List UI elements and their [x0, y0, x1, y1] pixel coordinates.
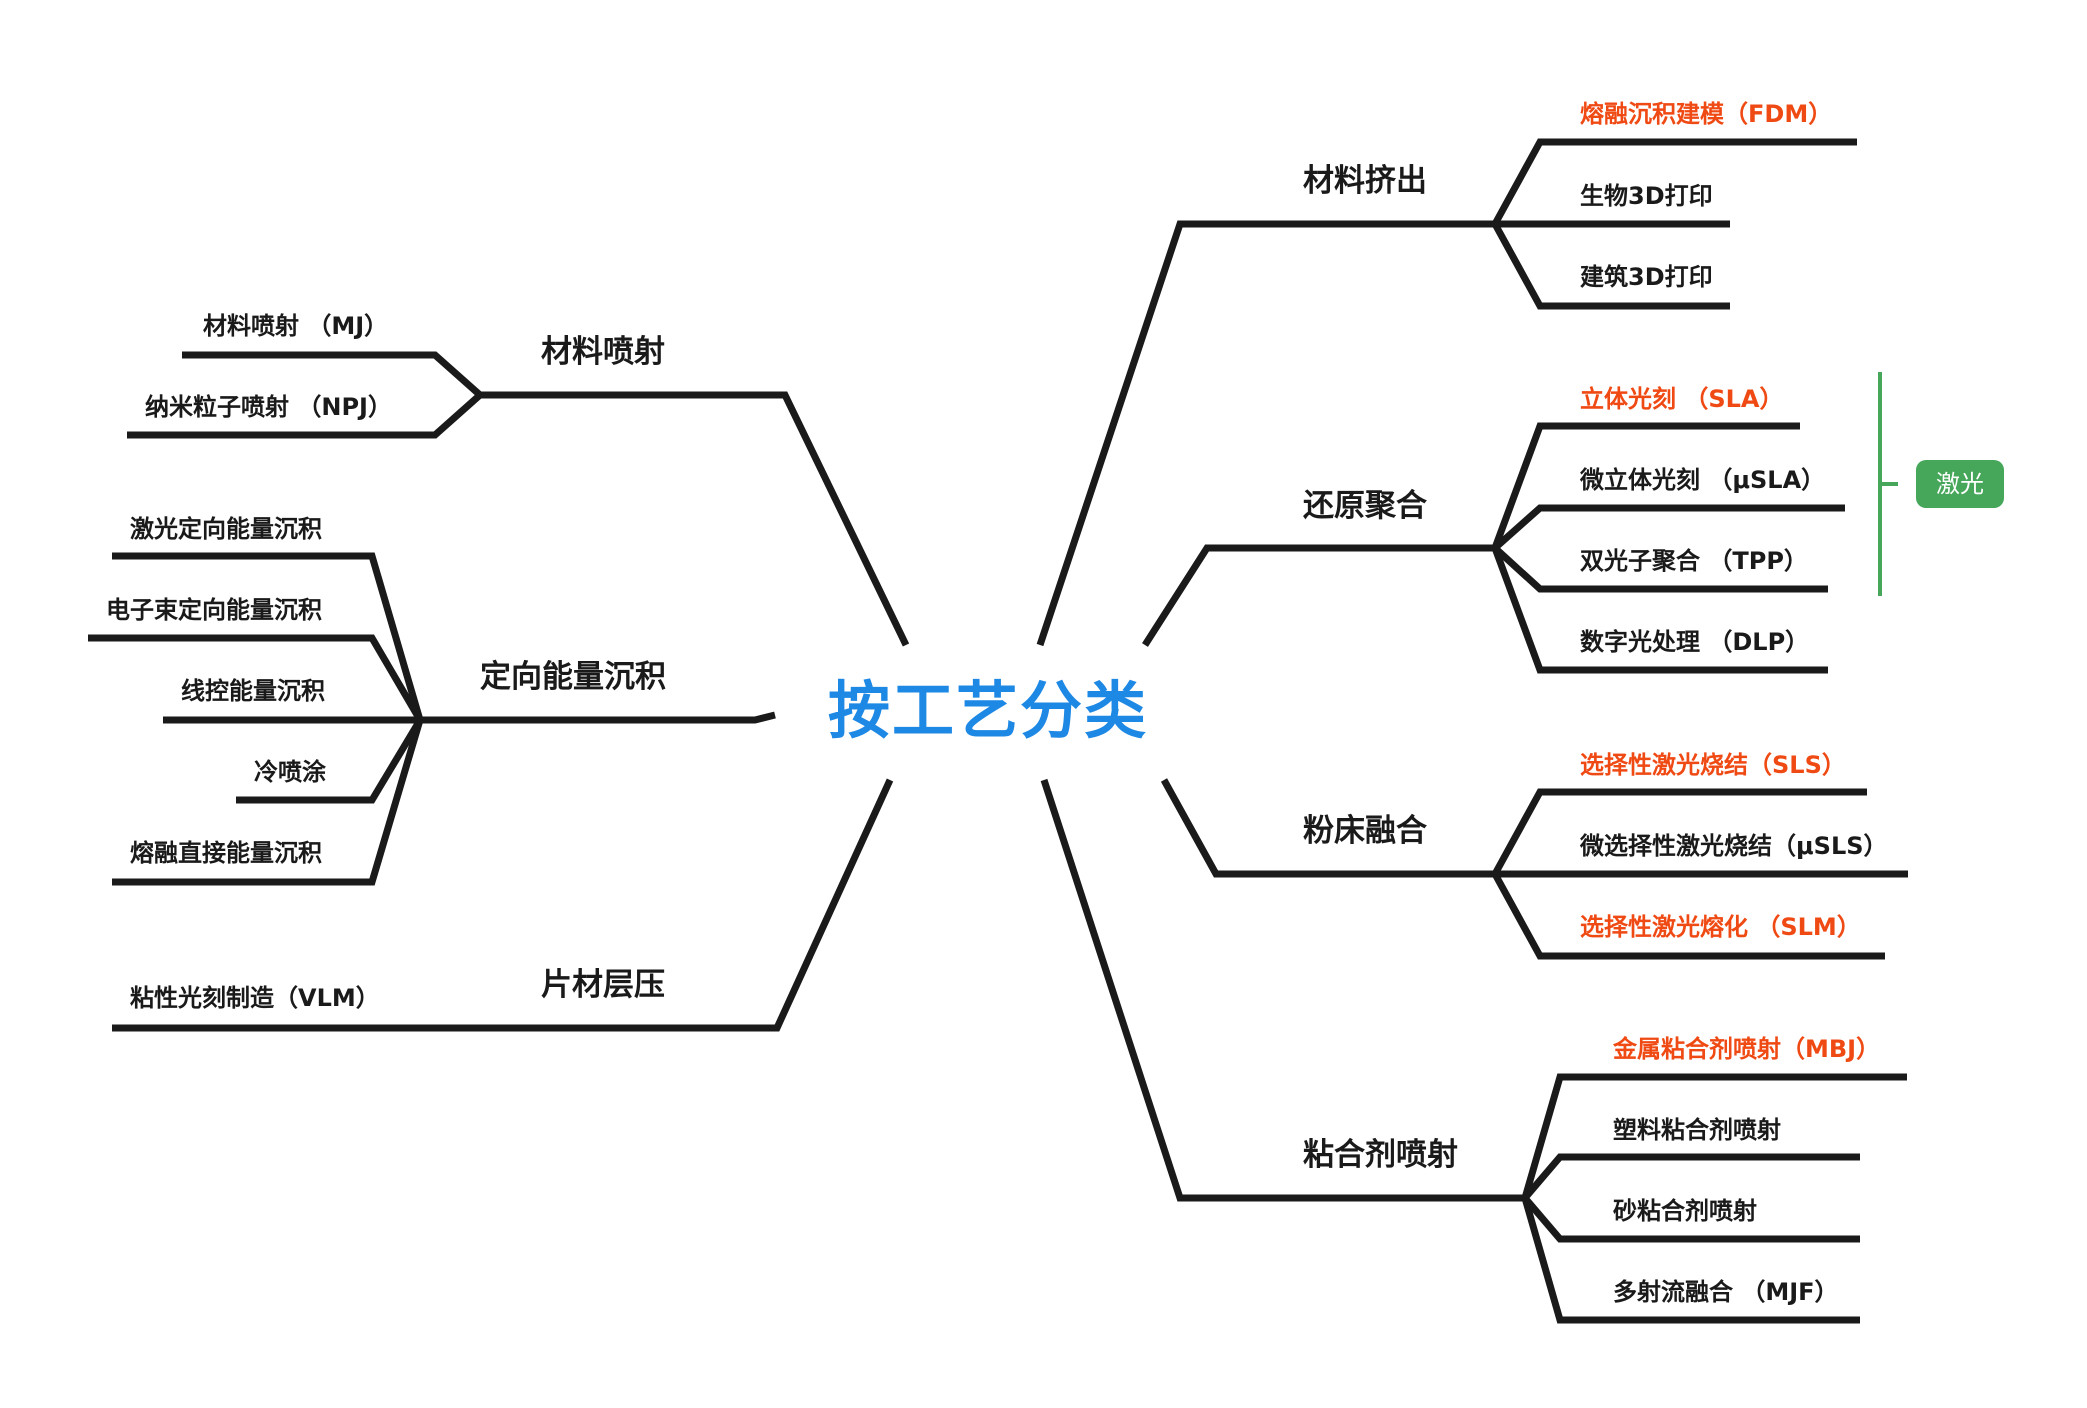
edge-root-binder-jetting	[1040, 778, 1525, 1202]
leaf-dlp: 数字光处理 （DLP）	[1580, 628, 1810, 656]
leaf-cold-spray: 冷喷涂	[254, 758, 326, 786]
laser-bracket	[1878, 372, 1898, 596]
edge-mj	[182, 351, 483, 398]
branch-binder-jetting: 粘合剂喷射	[1303, 1137, 1458, 1173]
leaf-plastic-binder-jetting: 塑料粘合剂喷射	[1613, 1116, 1781, 1144]
branch-materials-extrusion: 材料挤出	[1303, 163, 1427, 199]
leaf-slm: 选择性激光熔化 （SLM）	[1580, 913, 1861, 941]
branch-sheet-lamination: 片材层压	[541, 967, 665, 1003]
leaf-micro-sls: 微选择性激光烧结（μSLS）	[1580, 832, 1888, 860]
edge-plastic-binder	[1522, 1153, 1860, 1201]
edge-root-vat-photopolymerization	[1142, 544, 1495, 647]
leaf-npj: 纳米粒子喷射 （NPJ）	[145, 393, 392, 421]
laser-annotation-tag: 激光	[1916, 460, 2004, 508]
branch-powder-bed-fusion: 粉床融合	[1303, 813, 1427, 849]
leaf-vlm: 粘性光刻制造（VLM）	[130, 984, 380, 1012]
edge-usla	[1492, 504, 1845, 551]
leaf-bio-3d-printing: 生物3D打印	[1580, 182, 1713, 210]
leaf-mjf: 多射流融合 （MJF）	[1613, 1278, 1839, 1306]
leaf-mbj: 金属粘合剂喷射（MBJ）	[1613, 1035, 1881, 1063]
branch-material-jetting: 材料喷射	[541, 334, 665, 370]
branch-vat-photopolymerization: 还原聚合	[1303, 488, 1427, 524]
root-title: 按工艺分类	[828, 674, 1149, 747]
leaf-wire-ded: 线控能量沉积	[181, 677, 325, 705]
leaf-construction-3d-printing: 建筑3D打印	[1580, 263, 1713, 291]
edge-root-material-jetting	[480, 391, 910, 647]
edge-root-directed-energy	[420, 711, 776, 724]
leaf-fused-direct-ded: 熔融直接能量沉积	[130, 839, 322, 867]
leaf-sand-binder-jetting: 砂粘合剂喷射	[1613, 1197, 1757, 1225]
leaf-sla: 立体光刻 （SLA）	[1580, 385, 1784, 413]
branch-directed-energy-deposition: 定向能量沉积	[480, 659, 666, 695]
leaf-micro-sla: 微立体光刻 （μSLA）	[1580, 466, 1826, 494]
leaf-fdm: 熔融沉积建模（FDM）	[1580, 100, 1833, 128]
edge-root-materials-extrusion	[1036, 220, 1495, 647]
leaf-sls: 选择性激光烧结（SLS）	[1580, 751, 1846, 779]
leaf-electron-beam-ded: 电子束定向能量沉积	[106, 596, 322, 624]
leaf-tpp: 双光子聚合 （TPP）	[1580, 547, 1808, 575]
leaf-mj: 材料喷射 （MJ）	[203, 312, 389, 340]
leaf-laser-ded: 激光定向能量沉积	[130, 515, 322, 543]
